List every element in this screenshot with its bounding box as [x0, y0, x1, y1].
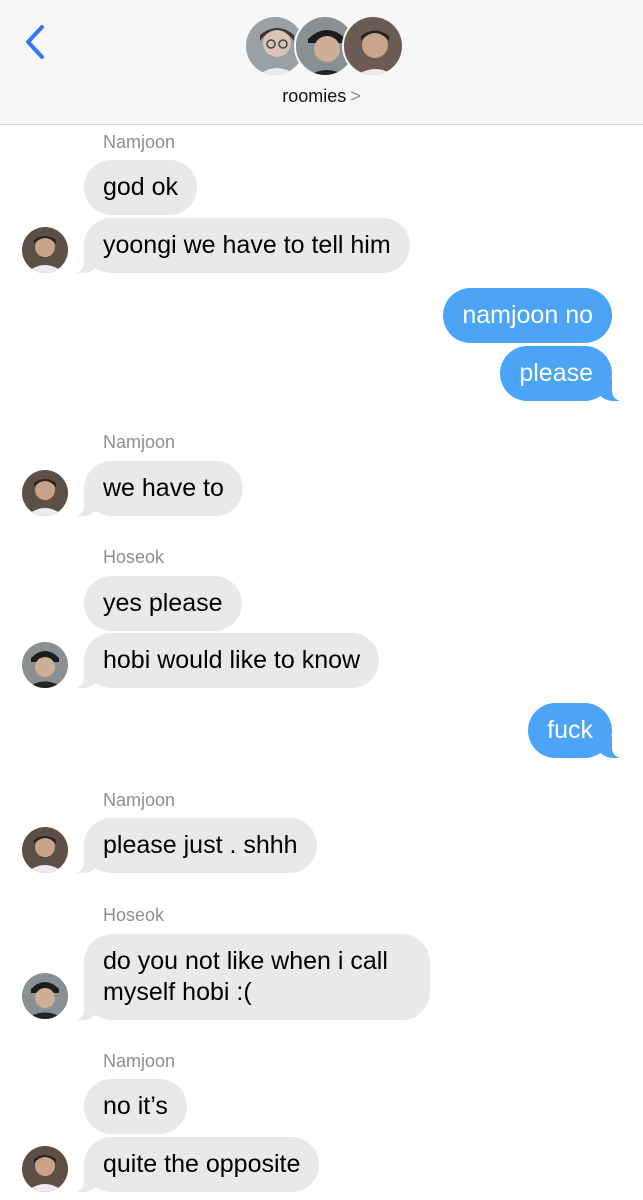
message-bubble-outgoing[interactable]: fuck	[528, 703, 626, 758]
sender-name: Namjoon	[103, 432, 176, 452]
group-avatars[interactable]	[244, 15, 404, 79]
chevron-right-icon: >	[350, 86, 361, 106]
chevron-left-icon	[26, 25, 44, 59]
sender-name: Namjoon	[103, 132, 176, 152]
avatar	[22, 973, 68, 1019]
sender-name: Hoseok	[103, 547, 165, 567]
conversation-title[interactable]: roomies >	[0, 86, 643, 107]
avatar	[22, 1146, 68, 1192]
message-bubble-incoming[interactable]: no it’s	[84, 1079, 187, 1134]
message-bubble-incoming[interactable]: hobi would like to know	[69, 633, 380, 688]
sender-name: Namjoon	[103, 790, 176, 810]
message-bubble-incoming[interactable]: please just . shhh	[70, 818, 317, 873]
group-member-avatar	[342, 15, 404, 77]
avatar	[22, 827, 68, 873]
message-bubble-incoming[interactable]: quite the opposite	[69, 1137, 320, 1192]
conversation-header: roomies >	[0, 0, 643, 125]
message-bubble-incoming[interactable]: do you not like when i call myself hobi …	[70, 934, 430, 1020]
avatar	[22, 642, 68, 688]
avatar	[22, 227, 68, 273]
message-bubble-outgoing[interactable]: namjoon no	[443, 288, 612, 343]
message-bubble-incoming[interactable]: we have to	[70, 461, 243, 516]
message-bubble-outgoing[interactable]: please	[500, 346, 626, 401]
message-bubble-incoming[interactable]: yes please	[84, 576, 242, 631]
message-bubble-incoming[interactable]: god ok	[84, 160, 198, 215]
sender-name: Namjoon	[103, 1051, 176, 1071]
back-button[interactable]	[20, 22, 54, 62]
avatar	[22, 470, 68, 516]
message-bubble-incoming[interactable]: yoongi we have to tell him	[70, 218, 410, 273]
conversation-title-text: roomies	[282, 86, 347, 106]
sender-name: Hoseok	[103, 905, 165, 925]
